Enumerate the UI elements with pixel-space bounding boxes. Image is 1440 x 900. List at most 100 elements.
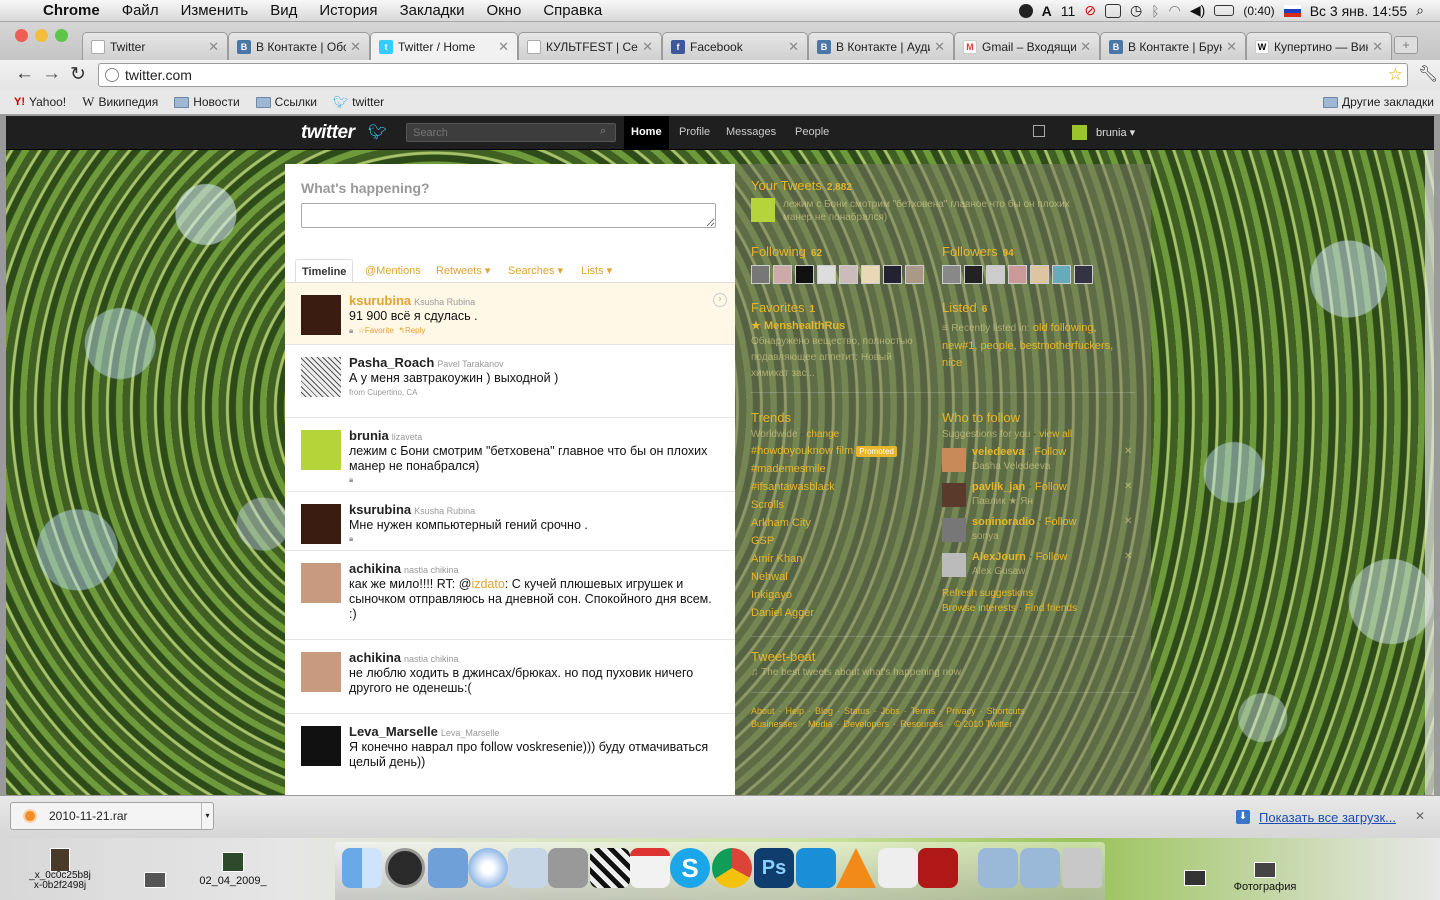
suggestion-username[interactable]: veledeeva — [972, 446, 1025, 458]
menu-file[interactable]: Файл — [111, 2, 170, 19]
battery-icon[interactable] — [1214, 5, 1235, 16]
avatar[interactable] — [301, 295, 341, 335]
image-file-icon[interactable] — [144, 872, 166, 888]
avatar[interactable] — [905, 265, 924, 284]
status-app-icon[interactable] — [1018, 3, 1033, 18]
tab-gmail[interactable]: M Gmail – Входящие ✕ — [954, 32, 1100, 60]
footer-link-developers[interactable]: Developers — [844, 719, 890, 729]
tweet-item[interactable]: Leva_Marselle Leva_Marselle Я конечно нав… — [285, 714, 735, 795]
tweet-item[interactable]: brunia lizaveta лежим с Бони смотрим "бет… — [285, 418, 735, 492]
clock[interactable]: Вс 3 янв. 14:55 — [1310, 3, 1407, 19]
suggestion-username[interactable]: AlexJourn — [972, 551, 1026, 563]
favorite-action[interactable]: Favorite — [365, 326, 394, 335]
compose-icon[interactable] — [1033, 125, 1045, 137]
tweet-item[interactable]: ksurubina Ksusha Rubina 91 900 всё я сдул… — [285, 283, 735, 345]
close-tab-icon[interactable]: ✕ — [498, 39, 509, 55]
battery-time[interactable]: (0:40) — [1243, 4, 1274, 18]
close-tab-icon[interactable]: ✕ — [208, 39, 219, 55]
tab-facebook[interactable]: f Facebook ✕ — [662, 32, 808, 60]
avatar[interactable] — [942, 553, 966, 577]
avatar[interactable] — [773, 265, 792, 284]
footer-link-status[interactable]: Status — [844, 706, 870, 716]
desktop-file-item[interactable]: 02_04_2009_ — [186, 852, 280, 887]
follow-button[interactable]: Follow — [1045, 516, 1077, 528]
avatar[interactable] — [861, 265, 880, 284]
tweet-author[interactable]: brunia lizaveta — [349, 428, 422, 443]
your-tweets-heading[interactable]: Your Tweets 2,882 — [751, 178, 852, 193]
nav-messages[interactable]: Messages — [719, 116, 783, 149]
menu-view[interactable]: Вид — [259, 2, 308, 19]
desktop-file-item[interactable]: _x_0c0c25b8j x-0b2f2498j — [12, 848, 108, 891]
trend-item[interactable]: #howdoyouknow film Promoted — [751, 445, 897, 457]
tweet-author[interactable]: ksurubina Ksusha Rubina — [349, 502, 475, 517]
avatar[interactable] — [301, 726, 341, 766]
wifi-icon[interactable]: ◠ — [1169, 2, 1181, 19]
download-item[interactable]: 2010-11-21.rar ▾ — [10, 802, 214, 830]
tweet-username[interactable]: Pasha_Roach — [349, 355, 434, 370]
show-all-downloads-link[interactable]: Показать все загрузк... — [1259, 810, 1396, 825]
tab-searches[interactable]: Searches ▾ — [502, 259, 569, 283]
reload-icon[interactable]: ↻ — [70, 63, 86, 86]
following-heading[interactable]: Following 62 — [751, 244, 822, 259]
close-tab-icon[interactable]: ✕ — [934, 39, 945, 55]
tweet-username[interactable]: Leva_Marselle — [349, 724, 438, 739]
favorites-heading[interactable]: Favorites 1 — [751, 300, 815, 315]
trends-change-link[interactable]: change — [806, 429, 839, 440]
footer-link-resources[interactable]: Resources — [900, 719, 943, 729]
tweet-author[interactable]: ksurubina Ksusha Rubina — [349, 293, 475, 308]
trend-item[interactable]: Amir Khan — [751, 553, 802, 565]
timemachine-icon[interactable]: ◷ — [1130, 2, 1142, 19]
tab-vk-audio[interactable]: B В Контакте | Ауди ✕ — [808, 32, 954, 60]
tab-mentions[interactable]: @Mentions — [359, 259, 427, 283]
avatar[interactable] — [942, 448, 966, 472]
avatar[interactable] — [301, 563, 341, 603]
nav-people[interactable]: People — [788, 116, 836, 149]
avatar[interactable] — [751, 198, 775, 222]
tab-vk-discussion[interactable]: B В Контакте | Обсу ✕ — [228, 32, 370, 60]
follow-button[interactable]: Follow — [1036, 551, 1068, 563]
bluetooth-icon[interactable]: ᛒ — [1151, 3, 1159, 19]
account-menu[interactable]: brunia ▾ — [1096, 126, 1135, 139]
footer-link-terms[interactable]: Terms — [911, 706, 936, 716]
tab-twitter-home[interactable]: t Twitter / Home ✕ — [370, 32, 518, 60]
tweet-username[interactable]: brunia — [349, 428, 389, 443]
trash-icon[interactable] — [1062, 848, 1102, 888]
tab-twitter[interactable]: Twitter ✕ — [82, 32, 228, 60]
tweet-username[interactable]: ksurubina — [349, 502, 411, 517]
avatar[interactable] — [301, 357, 341, 397]
avatar[interactable] — [1052, 265, 1071, 284]
tweet-username[interactable]: achikina — [349, 650, 401, 665]
tweet-item[interactable]: achikina nastia chikina как же мило!!!! R… — [285, 551, 735, 640]
tweet-compose-box[interactable] — [301, 203, 716, 228]
bookmark-folder-links[interactable]: Ссылки — [248, 95, 325, 109]
downloads-folder-icon[interactable] — [1020, 848, 1060, 888]
skype-icon[interactable]: S — [670, 848, 710, 888]
avatar[interactable] — [301, 430, 341, 470]
close-tab-icon[interactable]: ✕ — [642, 39, 653, 55]
footer-link-jobs[interactable]: Jobs — [881, 706, 900, 716]
suggestion-username[interactable]: pavlik_jan — [972, 481, 1025, 493]
tweet-item[interactable]: achikina nastia chikina не люблю ходить в… — [285, 640, 735, 714]
bookmark-folder-news[interactable]: Новости — [166, 95, 247, 109]
bookmark-star-icon[interactable]: ☆ — [1388, 65, 1403, 85]
dismiss-icon[interactable]: ✕ — [1124, 481, 1132, 492]
tweet-author[interactable]: Pasha_Roach Pavel Tarakanov — [349, 355, 504, 370]
nav-profile[interactable]: Profile — [672, 116, 717, 149]
bookmark-wikipedia[interactable]: W Википедия — [74, 94, 166, 110]
bookmark-other-folder[interactable]: Другие закладки — [1315, 95, 1440, 109]
applications-folder-icon[interactable] — [978, 848, 1018, 888]
listed-heading[interactable]: Listed 6 — [942, 300, 987, 315]
avatar[interactable] — [839, 265, 858, 284]
suggestion-username[interactable]: soninoradio — [972, 516, 1035, 528]
trend-item[interactable]: #ifsantawasblack — [751, 481, 835, 493]
page-scrollbar[interactable] — [1425, 150, 1434, 795]
avatar[interactable] — [942, 265, 961, 284]
app-launcher-icon[interactable] — [796, 848, 836, 888]
twitter-search-input[interactable] — [406, 123, 616, 142]
russian-flag-icon[interactable] — [1283, 4, 1301, 17]
avatar[interactable] — [942, 518, 966, 542]
chrome-icon[interactable] — [712, 848, 752, 888]
trend-item[interactable]: Nehwal — [751, 571, 788, 583]
mail-icon[interactable] — [428, 848, 468, 888]
bookmark-yahoo[interactable]: Y! Yahoo! — [0, 95, 74, 109]
